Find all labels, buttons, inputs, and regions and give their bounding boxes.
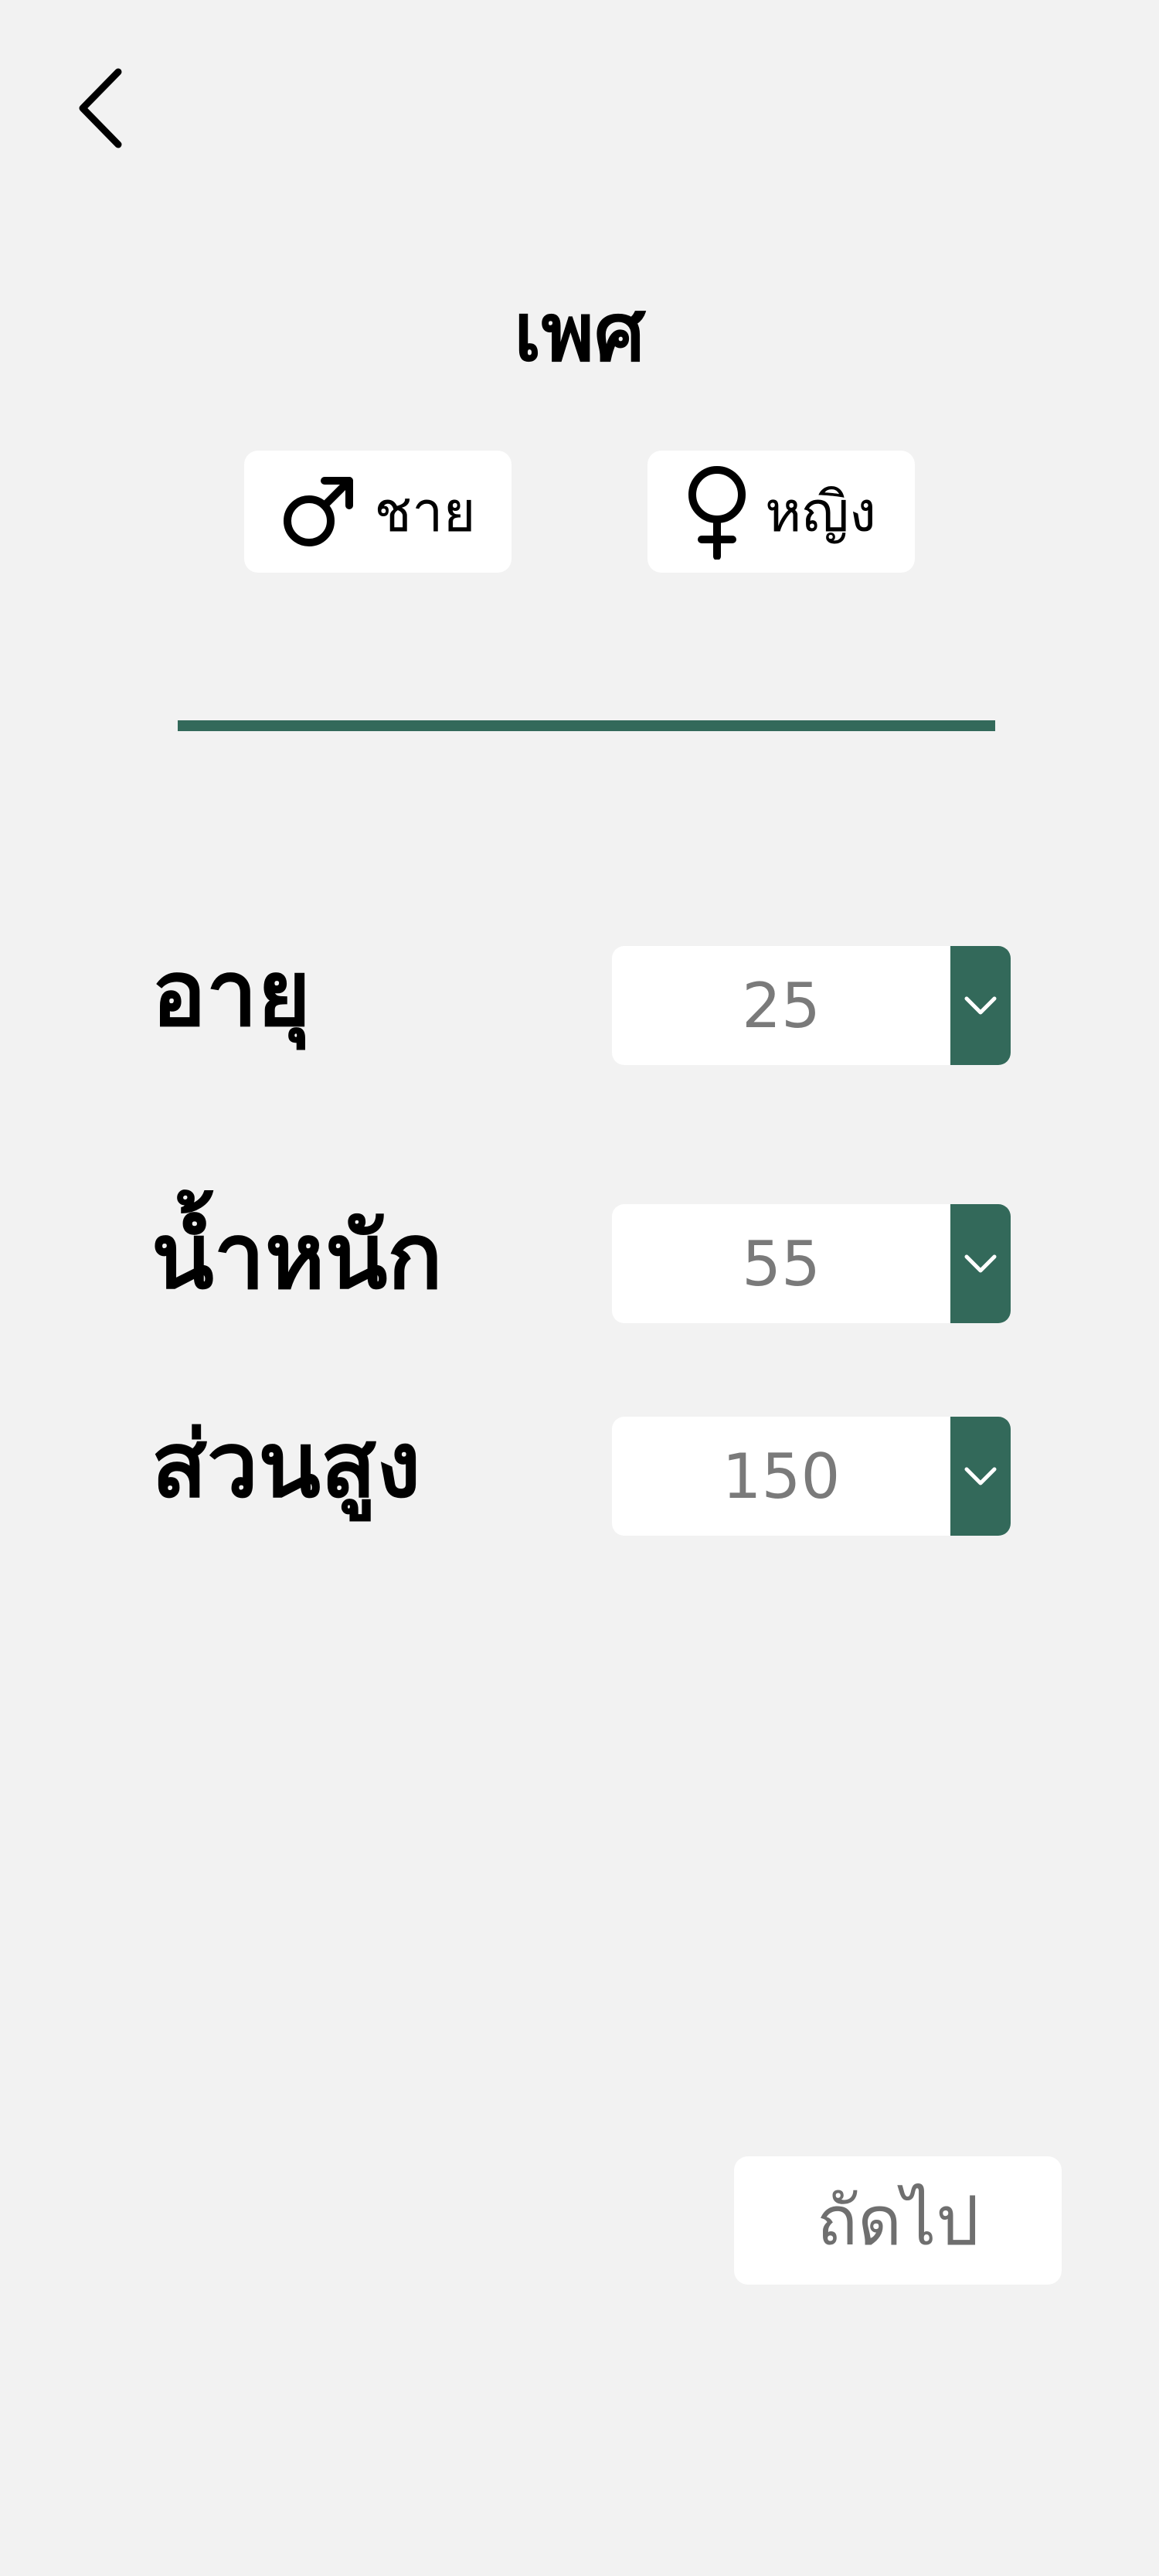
age-value: 25 xyxy=(742,969,821,1042)
weight-select[interactable]: 55 xyxy=(612,1204,1011,1323)
gender-option-male[interactable]: ชาย xyxy=(244,451,512,573)
chevron-down-icon xyxy=(964,996,997,1015)
gender-option-female[interactable]: หญิง xyxy=(647,451,915,573)
chevron-down-icon xyxy=(964,1467,997,1485)
chevron-left-icon xyxy=(79,68,122,148)
back-button[interactable] xyxy=(62,62,139,155)
male-symbol-icon xyxy=(284,477,354,546)
height-label: ส่วนสูง xyxy=(151,1411,421,1518)
age-dropdown-toggle[interactable] xyxy=(950,946,1011,1065)
chevron-down-icon xyxy=(964,1254,997,1273)
age-select[interactable]: 25 xyxy=(612,946,1011,1065)
height-dropdown-toggle[interactable] xyxy=(950,1417,1011,1536)
weight-value: 55 xyxy=(742,1227,821,1300)
weight-dropdown-toggle[interactable] xyxy=(950,1204,1011,1323)
weight-label: น้ำหนัก xyxy=(151,1203,443,1309)
height-value: 150 xyxy=(722,1440,841,1513)
age-label: อายุ xyxy=(151,940,311,1046)
female-symbol-icon xyxy=(688,466,746,560)
height-select[interactable]: 150 xyxy=(612,1417,1011,1536)
gender-option-label: หญิง xyxy=(765,479,876,544)
next-button[interactable]: ถัดไป xyxy=(734,2156,1062,2285)
section-divider xyxy=(178,720,995,731)
gender-option-label: ชาย xyxy=(374,479,476,544)
gender-title: เพศ xyxy=(513,285,646,379)
